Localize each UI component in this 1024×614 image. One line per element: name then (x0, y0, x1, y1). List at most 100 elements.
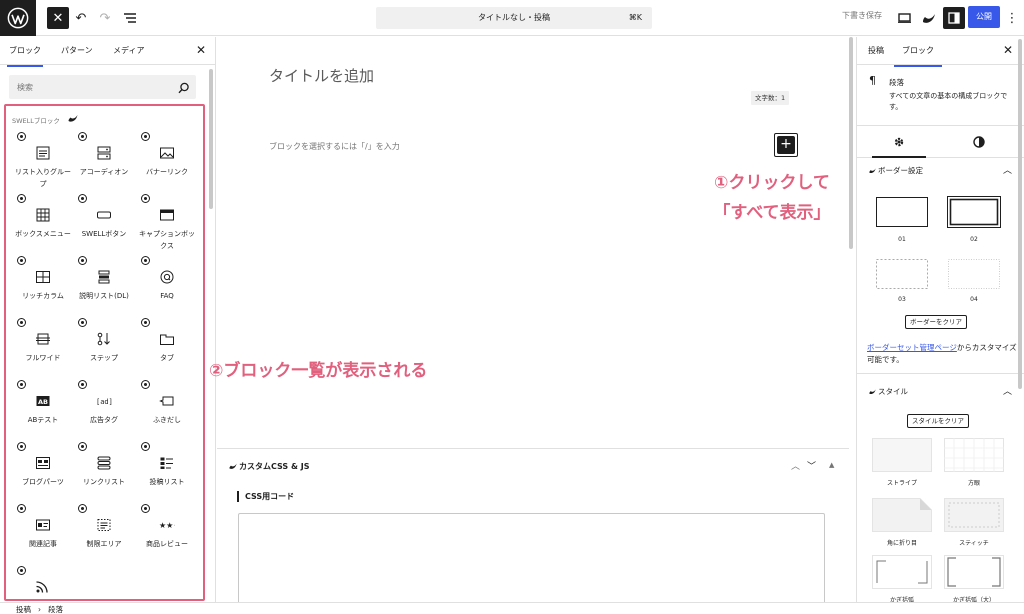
style-option-stitch[interactable] (944, 498, 1004, 532)
canvas-scrollbar[interactable] (849, 37, 853, 249)
css-code-textarea[interactable] (238, 513, 825, 609)
block-item[interactable]: 関連記事 (13, 502, 73, 566)
swell-logo-icon[interactable] (918, 7, 940, 29)
style-option-label: ストライプ (886, 480, 917, 487)
search-icon[interactable] (178, 82, 190, 94)
word-count-badge: 文字数：1 (751, 91, 790, 105)
tab-post[interactable]: 投稿 (868, 45, 884, 56)
swell-badge-icon (141, 380, 150, 389)
block-item[interactable] (13, 564, 73, 599)
swell-badge-icon (141, 504, 150, 513)
block-item[interactable]: 説明リスト(DL) (74, 254, 134, 318)
preview-icon[interactable] (893, 7, 915, 29)
border-option-04[interactable] (946, 257, 1002, 291)
block-item[interactable]: キャプションボックス (137, 192, 197, 256)
close-inserter-icon[interactable]: ✕ (47, 7, 69, 29)
publish-button[interactable]: 公開 (968, 6, 1000, 28)
swell-badge-icon (17, 504, 26, 513)
block-item-label: ステップ (90, 354, 118, 362)
block-item-label: リスト入りグループ (15, 168, 71, 188)
block-item[interactable]: 制限エリア (74, 502, 134, 566)
tab-media[interactable]: メディア (113, 45, 144, 56)
block-item[interactable]: ステップ (74, 316, 134, 380)
settings-scrollbar[interactable] (1018, 39, 1022, 389)
block-item[interactable]: リスト入りグループ (13, 130, 73, 194)
faq-icon (160, 270, 174, 284)
style-option-grid[interactable] (944, 438, 1004, 472)
block-item-label: 関連記事 (29, 540, 57, 548)
block-item[interactable]: アコーディオン (74, 130, 134, 194)
add-block-button[interactable]: + (777, 136, 795, 154)
border-manage-link[interactable]: ボーダーセット管理ページ (867, 343, 957, 352)
meta-box-header[interactable]: カスタムCSS & JS (229, 461, 309, 472)
settings-sidebar-icon[interactable] (943, 7, 965, 29)
wordpress-logo-icon[interactable] (0, 0, 36, 36)
paragraph-block[interactable]: ブロックを選択するには「/」を入力 (269, 141, 400, 152)
undo-icon[interactable]: ↶ (70, 7, 92, 29)
redo-icon[interactable]: ↷ (94, 7, 116, 29)
border-option-03[interactable] (874, 257, 930, 291)
block-item[interactable]: ボックスメニュー (13, 192, 73, 256)
border-settings-header[interactable]: ボーダー設定 (869, 165, 923, 176)
inserter-scrollbar[interactable] (209, 69, 213, 209)
ad-icon: [ad] (96, 398, 112, 406)
swell-badge-icon (78, 504, 87, 513)
svg-text:★★✦: ★★✦ (159, 521, 175, 530)
styles-icon[interactable] (972, 135, 986, 149)
breadcrumb-paragraph[interactable]: 段落 (48, 605, 63, 614)
save-draft-button[interactable]: 下書き保存 (842, 10, 882, 21)
style-option-fold[interactable] (872, 498, 932, 532)
css-code-label: CSS用コード (237, 491, 294, 502)
list-icon (36, 146, 50, 160)
post-title-input[interactable]: タイトルを追加 (269, 65, 374, 86)
block-item[interactable]: 投稿リスト (137, 440, 197, 504)
document-overview-icon[interactable] (119, 7, 141, 29)
close-icon[interactable]: ✕ (196, 43, 206, 57)
border-clear-button[interactable]: ボーダーをクリア (905, 315, 967, 329)
swell-logo-icon (869, 389, 876, 395)
tab-patterns[interactable]: パターン (61, 45, 93, 56)
border-option-01[interactable] (874, 195, 930, 229)
block-item[interactable]: ふきだし (137, 378, 197, 442)
block-item[interactable]: [ad] 広告タグ (74, 378, 134, 442)
border-option-label: 02 (970, 236, 978, 243)
block-item[interactable]: リッチカラム (13, 254, 73, 318)
tab-icon (160, 334, 174, 345)
block-item[interactable]: ブログパーツ (13, 440, 73, 504)
block-item[interactable]: AB ABテスト (13, 378, 73, 442)
command-palette-bar[interactable]: タイトルなし・投稿 ⌘K (376, 7, 652, 29)
gear-icon[interactable] (872, 135, 926, 158)
style-clear-button[interactable]: スタイルをクリア (907, 414, 969, 428)
block-item[interactable]: フルワイド (13, 316, 73, 380)
close-icon[interactable]: ✕ (1003, 43, 1013, 57)
move-down-icon[interactable]: ﹀ (807, 459, 816, 472)
block-item[interactable]: バナーリンク (137, 130, 197, 194)
block-description: すべての文章の基本の構成ブロックです。 (889, 92, 1008, 111)
block-item-label: アコーディオン (79, 168, 129, 176)
collapse-icon[interactable]: ▲ (829, 461, 834, 469)
style-option-bracket-large[interactable] (944, 555, 1004, 589)
tab-block[interactable]: ブロック (894, 45, 942, 67)
block-breadcrumb-bar: 投稿 › 段落 (0, 602, 1024, 614)
block-item[interactable]: リンクリスト (74, 440, 134, 504)
block-item[interactable]: SWELLボタン (74, 192, 134, 256)
border-section-title: ボーダー設定 (878, 166, 923, 175)
move-up-icon[interactable]: ︿ (791, 459, 800, 472)
block-search-input[interactable] (9, 75, 196, 99)
annotation-line-2: 「すべて表示」 (713, 203, 831, 223)
style-option-stripe[interactable] (872, 438, 932, 472)
block-item[interactable]: FAQ (137, 254, 197, 318)
block-item-label: 商品レビュー (146, 540, 188, 548)
breadcrumb-post[interactable]: 投稿 (16, 605, 31, 614)
chevron-up-icon[interactable]: ︿ (1003, 384, 1012, 397)
style-option-bracket[interactable] (872, 555, 932, 589)
tab-blocks[interactable]: ブロック (7, 45, 43, 67)
block-item[interactable]: タブ (137, 316, 197, 380)
style-section-header[interactable]: スタイル (869, 386, 908, 397)
chevron-up-icon[interactable]: ︿ (1003, 163, 1012, 176)
block-item[interactable]: ★★✦ 商品レビュー (137, 502, 197, 566)
block-item-label: 投稿リスト (149, 478, 185, 486)
options-menu-icon[interactable]: ⋮ (1004, 7, 1020, 29)
border-option-02[interactable] (946, 195, 1002, 229)
block-item-label: キャプションボックス (139, 230, 195, 250)
